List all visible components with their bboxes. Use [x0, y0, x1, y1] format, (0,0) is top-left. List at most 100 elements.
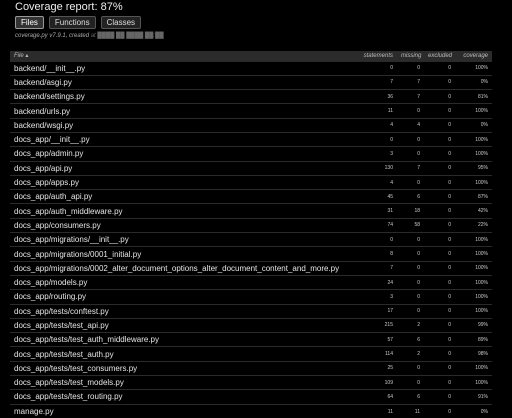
- column-header-statements[interactable]: statements: [345, 51, 397, 61]
- table-row: backend/__init__.py 0 0 0 100%: [10, 61, 492, 75]
- file-link[interactable]: docs_app/__init__.py: [10, 132, 345, 146]
- statements-cell: 4: [390, 122, 393, 129]
- excluded-cell: 0: [448, 122, 451, 129]
- column-header-excluded[interactable]: excluded: [424, 51, 455, 61]
- statements-cell: 114: [385, 351, 393, 358]
- missing-cell: 0: [417, 179, 420, 186]
- table-row: docs_app/apps.py 4 0 0 100%: [10, 175, 492, 189]
- file-link[interactable]: docs_app/migrations/0002_alter_document_…: [10, 261, 345, 275]
- sort-ascending-icon: ▴: [25, 53, 29, 60]
- table-row: docs_app/tests/test_consumers.py 25 0 0 100%: [10, 361, 492, 375]
- coverage-cell: 100%: [475, 179, 488, 186]
- file-link[interactable]: docs_app/routing.py: [10, 290, 345, 304]
- file-link[interactable]: docs_app/auth_middleware.py: [10, 204, 345, 218]
- coverage-cell: 87%: [477, 193, 488, 200]
- statements-cell: 45: [387, 193, 393, 200]
- coverage-cell: 100%: [475, 365, 488, 372]
- page-title: Coverage report: 87%: [15, 1, 123, 13]
- file-link[interactable]: backend/settings.py: [10, 90, 345, 104]
- coverage-cell: 22%: [477, 222, 488, 229]
- table-row: backend/urls.py 11 0 0 100%: [10, 103, 492, 118]
- file-link[interactable]: docs_app/apps.py: [10, 175, 345, 189]
- file-link[interactable]: docs_app/tests/test_models.py: [10, 376, 345, 390]
- excluded-cell: 0: [448, 65, 451, 72]
- excluded-cell: 0: [448, 79, 451, 86]
- excluded-cell: 0: [448, 108, 451, 115]
- coverage-cell: 91%: [477, 393, 488, 400]
- file-link[interactable]: docs_app/api.py: [10, 161, 345, 175]
- file-link[interactable]: docs_app/tests/test_routing.py: [10, 390, 345, 404]
- coverage-cell: 98%: [477, 351, 488, 358]
- statements-cell: 7: [390, 79, 393, 86]
- missing-cell: 6: [417, 393, 420, 400]
- table-row: docs_app/models.py 24 0 0 100%: [10, 275, 492, 289]
- coverage-cell: 100%: [475, 251, 488, 257]
- classes-button[interactable]: Classes: [100, 16, 142, 29]
- file-link[interactable]: docs_app/consumers.py: [10, 218, 345, 232]
- statements-cell: 25: [387, 365, 393, 372]
- coverage-cell: 0%: [480, 408, 488, 415]
- column-header-missing[interactable]: missing: [397, 51, 424, 61]
- excluded-cell: 0: [448, 93, 451, 100]
- excluded-cell: 0: [448, 193, 451, 200]
- coverage-cell: 89%: [477, 336, 488, 343]
- table-row: docs_app/migrations/0002_alter_document_…: [10, 261, 492, 275]
- file-link[interactable]: manage.py: [10, 404, 345, 418]
- column-header-file[interactable]: File ▴: [10, 51, 345, 61]
- table-row: docs_app/auth_api.py 45 6 0 87%: [10, 189, 492, 204]
- file-link[interactable]: docs_app/migrations/0001_initial.py: [10, 247, 345, 261]
- coverage-cell: 100%: [475, 265, 488, 272]
- statements-cell: 11: [387, 408, 393, 415]
- excluded-cell: 0: [448, 236, 451, 243]
- file-link[interactable]: docs_app/tests/test_api.py: [10, 318, 345, 332]
- excluded-cell: 0: [448, 322, 451, 329]
- missing-cell: 6: [417, 193, 420, 200]
- missing-cell: 0: [417, 136, 420, 143]
- missing-cell: 0: [417, 279, 420, 286]
- missing-cell: 0: [417, 236, 420, 243]
- statements-cell: 215: [384, 322, 393, 329]
- file-link[interactable]: backend/__init__.py: [10, 61, 345, 75]
- missing-cell: 0: [417, 150, 420, 157]
- statements-cell: 57: [387, 336, 393, 343]
- files-button[interactable]: Files: [15, 16, 44, 29]
- missing-cell: 0: [417, 265, 420, 272]
- table-row: docs_app/tests/test_models.py 109 0 0 100%: [10, 375, 492, 390]
- table-row: backend/settings.py 36 7 0 81%: [10, 89, 492, 104]
- excluded-cell: 0: [448, 308, 451, 315]
- file-link[interactable]: docs_app/tests/test_auth.py: [10, 347, 345, 361]
- file-link[interactable]: docs_app/tests/conftest.py: [10, 304, 345, 318]
- file-link[interactable]: docs_app/tests/test_consumers.py: [10, 361, 345, 375]
- table-row: docs_app/api.py 130 7 0 95%: [10, 161, 492, 175]
- excluded-cell: 0: [448, 222, 451, 229]
- file-link[interactable]: docs_app/admin.py: [10, 147, 345, 161]
- table-row: docs_app/routing.py 3 0 0 100%: [10, 289, 492, 304]
- coverage-cell: 100%: [475, 236, 488, 243]
- file-link[interactable]: docs_app/models.py: [10, 275, 345, 289]
- statements-cell: 0: [390, 136, 393, 143]
- table-row: docs_app/auth_middleware.py 31 18 0 42%: [10, 203, 492, 218]
- created-timestamp-redacted: at ████ ██ ████ ██:██: [90, 33, 164, 39]
- excluded-cell: 0: [448, 265, 451, 272]
- missing-cell: 0: [417, 365, 420, 372]
- statements-cell: 8: [390, 251, 393, 257]
- file-link[interactable]: backend/asgi.py: [10, 75, 345, 89]
- coverage-cell: 100%: [475, 379, 488, 386]
- coverage-cell: 100%: [475, 108, 488, 115]
- column-header-coverage[interactable]: coverage: [455, 51, 492, 61]
- file-link[interactable]: docs_app/tests/test_auth_middleware.py: [10, 333, 345, 347]
- statements-cell: 0: [390, 65, 393, 72]
- table-header-row: File ▴ statements missing excluded cover…: [10, 51, 492, 61]
- file-link[interactable]: backend/wsgi.py: [10, 118, 345, 132]
- file-link[interactable]: docs_app/migrations/__init__.py: [10, 233, 345, 247]
- file-link[interactable]: backend/urls.py: [10, 104, 345, 118]
- table-row: docs_app/consumers.py 74 58 0 22%: [10, 218, 492, 232]
- functions-button[interactable]: Functions: [48, 16, 96, 29]
- excluded-cell: 0: [448, 251, 451, 257]
- missing-cell: 18: [414, 208, 420, 215]
- excluded-cell: 0: [448, 165, 451, 172]
- table-row: docs_app/admin.py 3 0 0 100%: [10, 146, 492, 161]
- file-link[interactable]: docs_app/auth_api.py: [10, 190, 345, 204]
- missing-cell: 2: [417, 351, 420, 358]
- coverage-cell: 100%: [475, 136, 488, 143]
